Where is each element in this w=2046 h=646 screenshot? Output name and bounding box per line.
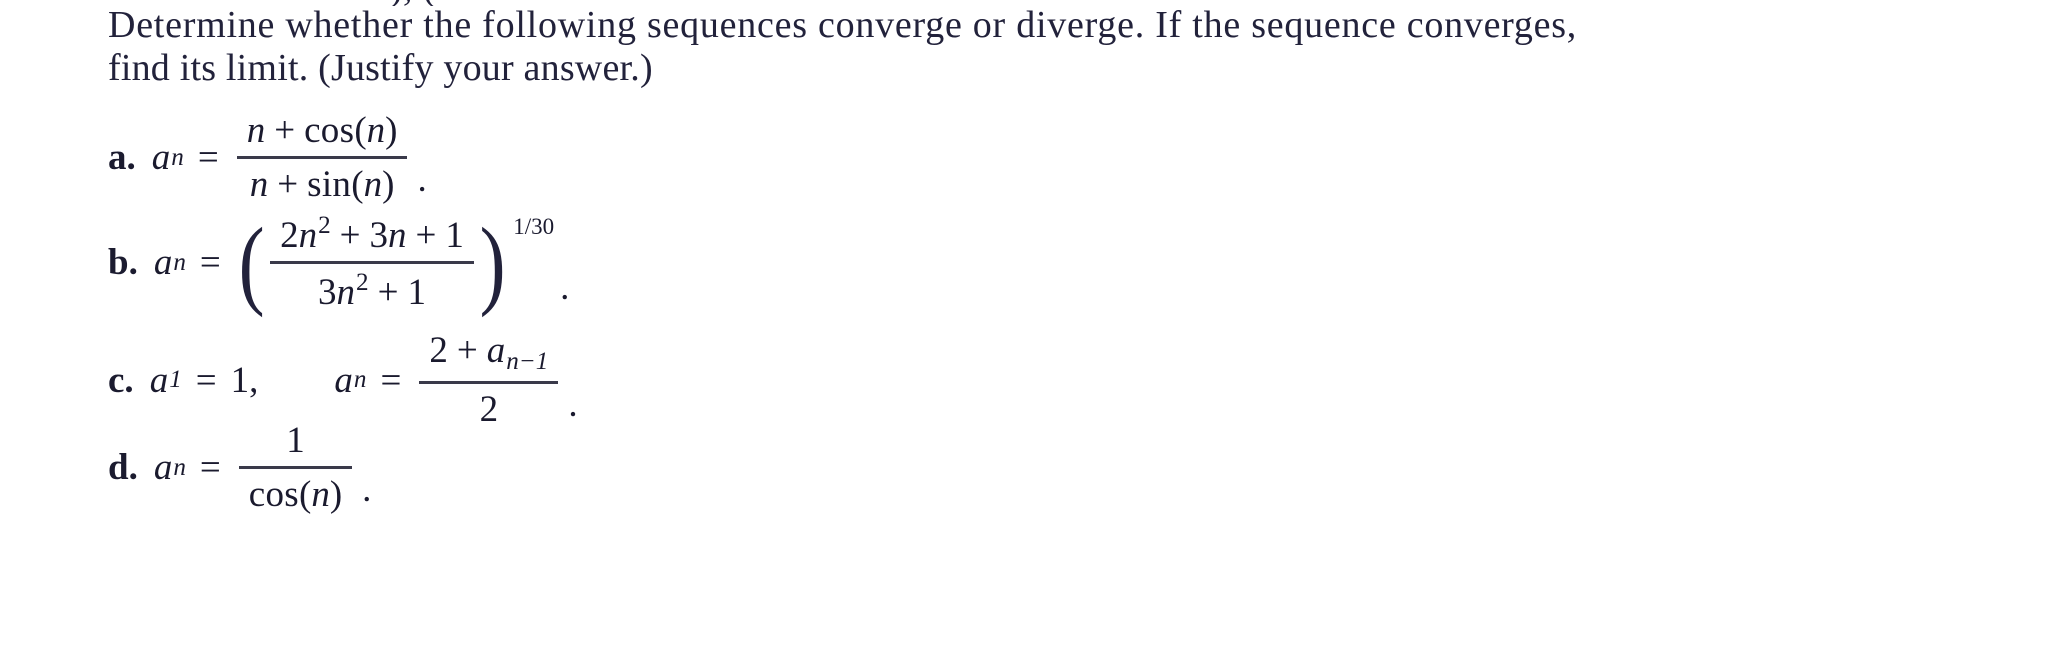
- problem-a: a. an = n + cos(n) n + sin(n) .: [108, 110, 427, 205]
- subscript-n: n: [353, 366, 367, 394]
- left-paren: (: [354, 110, 367, 151]
- fraction-d-numerator: 1: [276, 420, 315, 461]
- plus-sign: +: [274, 110, 296, 151]
- exponent-2: 2: [318, 212, 331, 239]
- fraction-d: 1 cos(n): [238, 420, 353, 515]
- exponent-2: 2: [356, 268, 369, 296]
- plus-sign: +: [277, 163, 299, 205]
- fraction-a-numerator: n + cos(n): [237, 110, 408, 151]
- comma: ,: [249, 359, 259, 401]
- sin-argument-n: n: [363, 163, 383, 205]
- cos-argument-n: n: [366, 110, 386, 151]
- plus-sign: +: [377, 271, 399, 313]
- outer-exponent: 1/30: [513, 214, 555, 239]
- left-paren: (: [351, 163, 364, 205]
- fraction-c-numerator: 2 + an−1: [419, 330, 558, 376]
- fraction-bar: [238, 466, 353, 469]
- instructions-line-2: find its limit. (Justify your answer.): [108, 47, 653, 89]
- denominator-2: 2: [479, 388, 499, 430]
- variable-a: a: [149, 359, 169, 401]
- initial-value: 1: [230, 359, 250, 401]
- fraction-bar: [236, 156, 408, 159]
- subscript-n: n: [171, 143, 184, 171]
- big-right-paren: ): [479, 206, 506, 318]
- equals-sign: =: [380, 359, 402, 401]
- variable-a: a: [153, 447, 173, 489]
- variable-a: a: [334, 359, 353, 401]
- fraction-bar: [270, 261, 474, 264]
- fraction-a: n + cos(n) n + sin(n): [236, 110, 408, 205]
- big-left-paren: (: [238, 206, 265, 318]
- coefficient-2: 2: [280, 214, 299, 256]
- problem-b: b. an = ( 2n2 +3n +1 3n2 +1 ) 1/30 .: [108, 212, 569, 313]
- variable-a: a: [151, 137, 171, 179]
- plus-sign: +: [415, 214, 437, 256]
- subscript-n: n: [173, 453, 186, 481]
- problem-d-expression: an = 1 cos(n) .: [154, 420, 372, 515]
- coefficient-3: 3: [318, 271, 337, 313]
- problem-b-label: b.: [108, 242, 138, 284]
- fraction-c-denominator: 2: [470, 389, 509, 430]
- right-paren: ): [329, 473, 343, 515]
- problem-d: d. an = 1 cos(n) .: [108, 420, 371, 515]
- problem-c: c. a1 = 1, an = 2 + an−1 2 .: [108, 330, 578, 430]
- problem-b-expression: an = ( 2n2 +3n +1 3n2 +1 ) 1/30 .: [154, 212, 570, 313]
- plus-sign: +: [456, 330, 478, 371]
- variable-n: n: [298, 214, 318, 256]
- subscript-n-minus-1: n−1: [506, 348, 549, 376]
- fraction-a-denominator: n + sin(n): [240, 164, 405, 205]
- fraction-d-denominator: cos(n): [239, 474, 352, 515]
- numerator-1: 1: [286, 420, 305, 461]
- fraction-b-denominator: 3n2 +1: [308, 269, 436, 313]
- constant-2: 2: [429, 330, 448, 371]
- subscript-1: 1: [169, 366, 182, 394]
- problem-c-period: .: [568, 384, 578, 426]
- variable-n: n: [388, 214, 407, 256]
- problem-c-label: c.: [108, 359, 134, 401]
- right-paren: ): [382, 163, 395, 205]
- problem-a-expression: an = n + cos(n) n + sin(n) .: [152, 110, 427, 205]
- document-page: ), ( Determine whether the following seq…: [0, 0, 2046, 646]
- variable-a: a: [153, 242, 173, 284]
- equals-sign: =: [199, 447, 221, 489]
- denominator-n: n: [249, 163, 269, 205]
- left-paren: (: [299, 473, 312, 515]
- cos-argument-n: n: [311, 473, 330, 515]
- equals-sign: =: [197, 137, 219, 179]
- fraction-b: 2n2 +3n +1 3n2 +1: [270, 212, 474, 313]
- coefficient-3: 3: [369, 214, 389, 256]
- plus-sign: +: [339, 214, 361, 256]
- equals-sign: =: [195, 359, 217, 401]
- problem-a-label: a.: [108, 137, 136, 179]
- instructions-paragraph: Determine whether the following sequence…: [108, 4, 1968, 90]
- constant-1: 1: [407, 271, 426, 313]
- equals-sign: =: [199, 242, 221, 284]
- variable-n: n: [336, 271, 356, 313]
- subscript-n: n: [173, 248, 186, 276]
- sin-function: sin: [307, 163, 352, 205]
- constant-1: 1: [445, 214, 464, 256]
- problem-b-period: .: [560, 267, 570, 309]
- numerator-n: n: [246, 110, 266, 151]
- problem-a-period: .: [417, 159, 427, 201]
- fraction-bar: [419, 381, 559, 384]
- problem-d-period: .: [362, 469, 372, 511]
- fraction-c: 2 + an−1 2: [419, 330, 559, 430]
- right-paren: ): [385, 110, 398, 151]
- problem-d-label: d.: [108, 447, 138, 489]
- cos-function: cos: [304, 110, 355, 151]
- variable-a: a: [486, 330, 506, 371]
- instructions-line-1: Determine whether the following sequence…: [108, 4, 1578, 46]
- problem-c-expression: a1 = 1, an = 2 + an−1 2 .: [150, 330, 578, 430]
- cos-function: cos: [248, 473, 300, 515]
- fraction-b-numerator: 2n2 +3n +1: [270, 212, 474, 256]
